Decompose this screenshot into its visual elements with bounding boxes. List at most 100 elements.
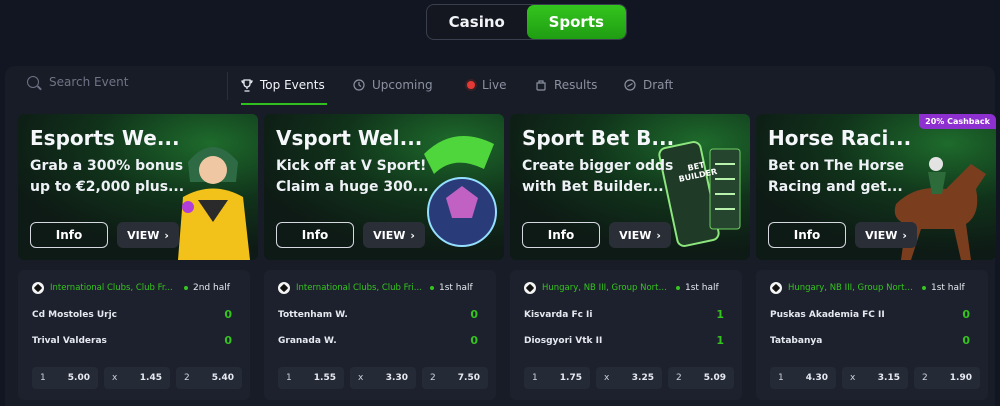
odd-away-button[interactable]: 2 7.50 (422, 367, 488, 389)
view-button[interactable]: VIEW › (609, 222, 671, 248)
odd-label: 1 (286, 373, 292, 383)
view-label: VIEW (619, 228, 652, 242)
home-team: Tottenham W. (278, 310, 348, 320)
tab-draft[interactable]: Draft (624, 66, 673, 104)
away-score: 0 (962, 334, 970, 347)
tab-top-events[interactable]: Top Events (241, 66, 327, 105)
info-button[interactable]: Info (768, 222, 846, 248)
odd-value: 3.30 (385, 373, 408, 383)
info-button[interactable]: Info (30, 222, 108, 248)
info-button[interactable]: Info (276, 222, 354, 248)
odd-away-button[interactable]: 2 1.90 (914, 367, 980, 389)
trophy-icon (241, 78, 253, 92)
view-label: VIEW (373, 228, 406, 242)
odds-row: 1 4.30 x 3.15 2 1.90 (770, 367, 980, 389)
tab-draft-label: Draft (643, 78, 674, 92)
promo-title: Esports We... (30, 126, 180, 150)
odd-value: 1.55 (313, 373, 336, 383)
odd-home-button[interactable]: 1 1.75 (524, 367, 590, 389)
match-status-label: 1st half (439, 283, 473, 293)
away-score: 0 (224, 334, 232, 347)
draft-icon (624, 79, 636, 91)
casino-toggle-button[interactable]: Casino (427, 5, 527, 39)
promo-card-horse-racing[interactable]: 20% Cashback Horse Raci... Bet on The Ho… (756, 114, 996, 260)
odd-home-button[interactable]: 1 5.00 (32, 367, 98, 389)
odd-value: 4.30 (805, 373, 828, 383)
away-team: Granada W. (278, 336, 337, 346)
odd-home-button[interactable]: 1 1.55 (278, 367, 344, 389)
live-status-dot (184, 286, 188, 290)
odd-draw-button[interactable]: x 1.45 (104, 367, 170, 389)
home-score: 1 (716, 308, 724, 321)
away-team: Diosgyori Vtk II (524, 336, 603, 346)
odd-draw-button[interactable]: x 3.15 (842, 367, 908, 389)
odd-value: 3.25 (631, 373, 654, 383)
odd-value: 1.45 (139, 373, 162, 383)
promo-description: Kick off at V Sport! Claim a huge 300... (276, 158, 429, 195)
match-card[interactable]: International Clubs, Club Fri... 1st hal… (264, 270, 496, 400)
league-name: Hungary, NB III, Group North ... (788, 283, 916, 293)
sports-panel: Search Event Top Events Upcoming Live Re… (5, 66, 996, 406)
promo-card-esports[interactable]: Esports We... Grab a 300% bonus up to €2… (18, 114, 258, 260)
promo-title: Vsport Wel... (276, 126, 423, 150)
soccer-ball-icon (32, 282, 44, 294)
match-card[interactable]: Hungary, NB III, Group North ... 1st hal… (510, 270, 742, 400)
results-icon (536, 80, 546, 91)
match-card[interactable]: Hungary, NB III, Group North ... 1st hal… (756, 270, 988, 400)
match-league-row: International Clubs, Club Fri... 1st hal… (278, 282, 488, 294)
tab-upcoming-label: Upcoming (372, 78, 433, 92)
tab-live[interactable]: Live (467, 66, 507, 104)
odd-label: x (358, 373, 364, 383)
odd-draw-button[interactable]: x 3.25 (596, 367, 662, 389)
casino-sports-toggle: Casino Sports (426, 4, 627, 40)
odd-away-button[interactable]: 2 5.40 (176, 367, 242, 389)
match-status-label: 1st half (931, 283, 965, 293)
view-button[interactable]: VIEW › (117, 222, 179, 248)
odd-label: 2 (922, 373, 928, 383)
match-league-row: International Clubs, Club Fr... 2nd half (32, 282, 242, 294)
match-league-row: Hungary, NB III, Group North ... 1st hal… (770, 282, 980, 294)
odd-value: 5.09 (703, 373, 726, 383)
tab-top-events-label: Top Events (260, 78, 325, 92)
odd-label: 1 (532, 373, 538, 383)
match-status-label: 2nd half (193, 283, 230, 293)
match-status: 2nd half (184, 283, 230, 293)
tabs-divider (227, 72, 228, 100)
promo-title: Sport Bet B... (522, 126, 675, 150)
league-name: Hungary, NB III, Group North ... (542, 283, 670, 293)
away-score: 1 (716, 334, 724, 347)
odd-away-button[interactable]: 2 5.09 (668, 367, 734, 389)
soccer-ball-icon (278, 282, 290, 294)
cashback-badge: 20% Cashback (919, 114, 996, 129)
odd-home-button[interactable]: 1 4.30 (770, 367, 836, 389)
info-button[interactable]: Info (522, 222, 600, 248)
sports-toggle-button[interactable]: Sports (526, 5, 626, 39)
promo-card-bet-builder[interactable]: BET BUILDER Sport Bet B... Create bigger… (510, 114, 750, 260)
odd-label: 2 (676, 373, 682, 383)
soccer-ball-icon (524, 282, 536, 294)
home-team: Cd Mostoles Urjc (32, 310, 118, 320)
search-input[interactable]: Search Event (49, 75, 128, 89)
chevron-right-icon: › (164, 228, 169, 242)
view-label: VIEW (865, 228, 898, 242)
chevron-right-icon: › (656, 228, 661, 242)
odd-draw-button[interactable]: x 3.30 (350, 367, 416, 389)
odd-value: 5.40 (211, 373, 234, 383)
search-icon (27, 76, 39, 88)
odd-label: 2 (184, 373, 190, 383)
odd-label: x (604, 373, 610, 383)
league-name: International Clubs, Club Fr... (50, 283, 173, 293)
tab-upcoming[interactable]: Upcoming (353, 66, 433, 104)
tab-results[interactable]: Results (535, 66, 597, 104)
search-event[interactable]: Search Event (27, 75, 128, 89)
home-score: 0 (470, 308, 478, 321)
home-team: Puskas Akademia FC II (770, 310, 885, 320)
odd-value: 7.50 (457, 373, 480, 383)
match-card[interactable]: International Clubs, Club Fr... 2nd half… (18, 270, 250, 400)
tab-live-label: Live (482, 78, 507, 92)
view-button[interactable]: VIEW › (855, 222, 917, 248)
odds-row: 1 1.55 x 3.30 2 7.50 (278, 367, 488, 389)
home-score: 0 (962, 308, 970, 321)
promo-card-vsport[interactable]: Vsport Wel... Kick off at V Sport! Claim… (264, 114, 504, 260)
view-button[interactable]: VIEW › (363, 222, 425, 248)
